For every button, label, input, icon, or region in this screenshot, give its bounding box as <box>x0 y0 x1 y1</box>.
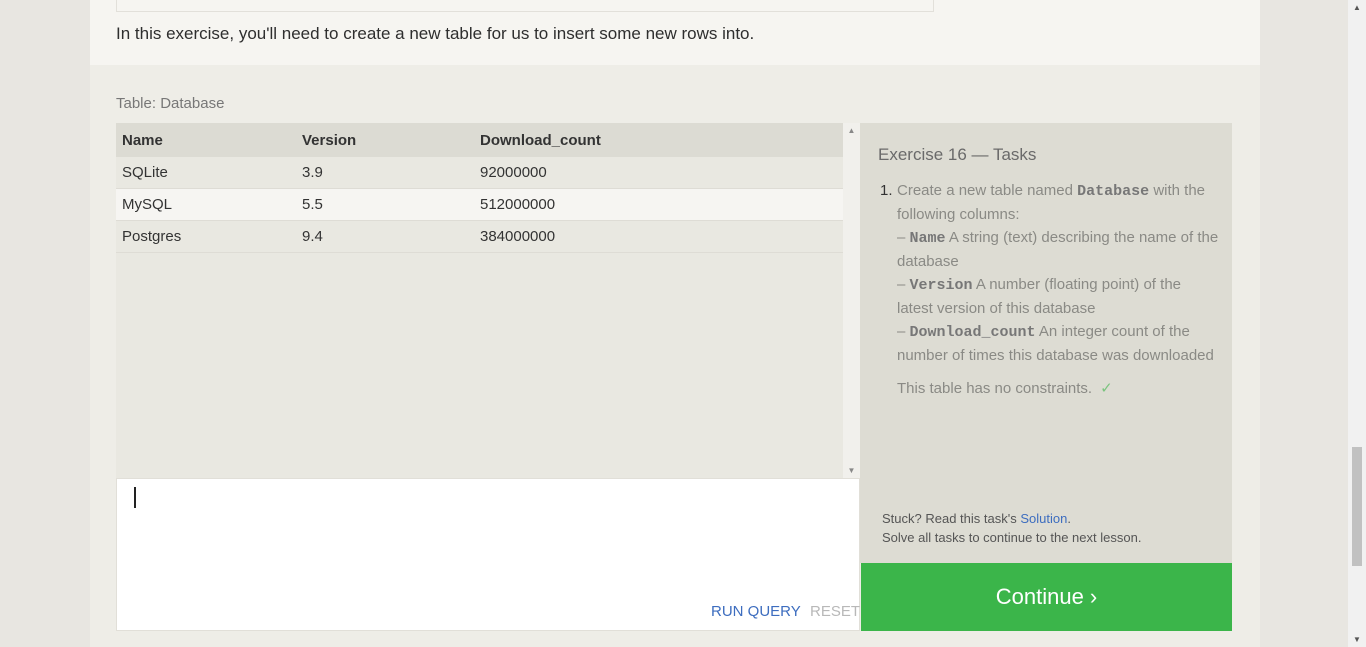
column-header-download-count: Download_count <box>474 123 843 157</box>
sql-editor[interactable]: RUN QUERY RESET <box>116 478 860 631</box>
constraints-text: This table has no constraints. <box>897 380 1093 397</box>
page-scroll-thumb[interactable] <box>1352 447 1362 566</box>
exercise-area: Table: Database Name Version Download_co… <box>90 65 1260 647</box>
cell-name: Postgres <box>116 220 296 253</box>
exercise-intro-text: In this exercise, you'll need to create … <box>116 24 755 43</box>
previous-box-edge <box>116 0 934 12</box>
table-row: SQLite 3.9 92000000 <box>116 157 843 189</box>
task-dash: – <box>897 229 906 246</box>
lesson-intro-section: In this exercise, you'll need to create … <box>90 0 1260 65</box>
checkmark-icon: ✓ <box>1100 380 1113 397</box>
left-gutter <box>0 0 90 647</box>
task-number: 1. <box>880 182 893 199</box>
stuck-suffix: . <box>1067 511 1071 526</box>
column-header-name: Name <box>116 123 296 157</box>
column-name-version: Version <box>909 277 973 294</box>
table-row: Postgres 9.4 384000000 <box>116 220 843 253</box>
table-caption: Table: Database <box>116 95 225 112</box>
page-scroll-down-icon[interactable]: ▼ <box>1348 635 1366 644</box>
tasks-panel: Exercise 16 — Tasks 1. Create a new tabl… <box>860 123 1232 563</box>
run-query-button[interactable]: RUN QUERY <box>711 603 801 620</box>
cell-download-count: 92000000 <box>474 157 843 189</box>
scroll-up-arrow-icon[interactable]: ▲ <box>843 126 860 135</box>
task-table-name: Database <box>1077 183 1150 200</box>
results-scrollbar[interactable]: ▲ ▼ <box>843 123 860 478</box>
column-name-name: Name <box>909 230 946 247</box>
task-dash: – <box>897 323 906 340</box>
query-results-panel[interactable]: Name Version Download_count SQLite 3.9 9… <box>116 123 860 478</box>
solution-link[interactable]: Solution <box>1020 511 1067 526</box>
cell-name: MySQL <box>116 188 296 221</box>
cell-version: 5.5 <box>296 188 474 221</box>
task-dash: – <box>897 276 906 293</box>
cell-download-count: 384000000 <box>474 220 843 253</box>
task-intro-prefix: Create a new table named <box>897 182 1073 199</box>
cell-download-count: 512000000 <box>474 188 843 221</box>
cell-version: 9.4 <box>296 220 474 253</box>
tasks-title: Exercise 16 — Tasks <box>878 145 1037 164</box>
right-gutter <box>1260 0 1348 647</box>
column-name-download-count: Download_count <box>909 324 1036 341</box>
page-scrollbar[interactable]: ▲ ▼ <box>1348 0 1366 647</box>
cell-version: 3.9 <box>296 157 474 189</box>
stuck-prefix: Stuck? Read this task's <box>882 511 1017 526</box>
page-scroll-up-icon[interactable]: ▲ <box>1348 3 1366 12</box>
table-row: MySQL 5.5 512000000 <box>116 188 843 221</box>
continue-note: Solve all tasks to continue to the next … <box>882 530 1142 545</box>
continue-button[interactable]: Continue › <box>861 563 1232 631</box>
scroll-down-arrow-icon[interactable]: ▼ <box>843 466 860 475</box>
task-list: 1. Create a new table named Database wit… <box>880 179 1220 400</box>
results-table: Name Version Download_count SQLite 3.9 9… <box>116 123 843 253</box>
task-description: Create a new table named Database with t… <box>897 179 1220 367</box>
text-cursor <box>134 487 136 508</box>
column-header-version: Version <box>296 123 474 157</box>
cell-name: SQLite <box>116 157 296 189</box>
reset-button[interactable]: RESET <box>810 603 860 620</box>
help-text: Stuck? Read this task's Solution. Solve … <box>882 509 1141 547</box>
constraints-note: This table has no constraints. ✓ <box>897 377 1220 400</box>
table-header-row: Name Version Download_count <box>116 123 843 157</box>
column-desc-name: A string (text) describing the name of t… <box>897 229 1219 270</box>
